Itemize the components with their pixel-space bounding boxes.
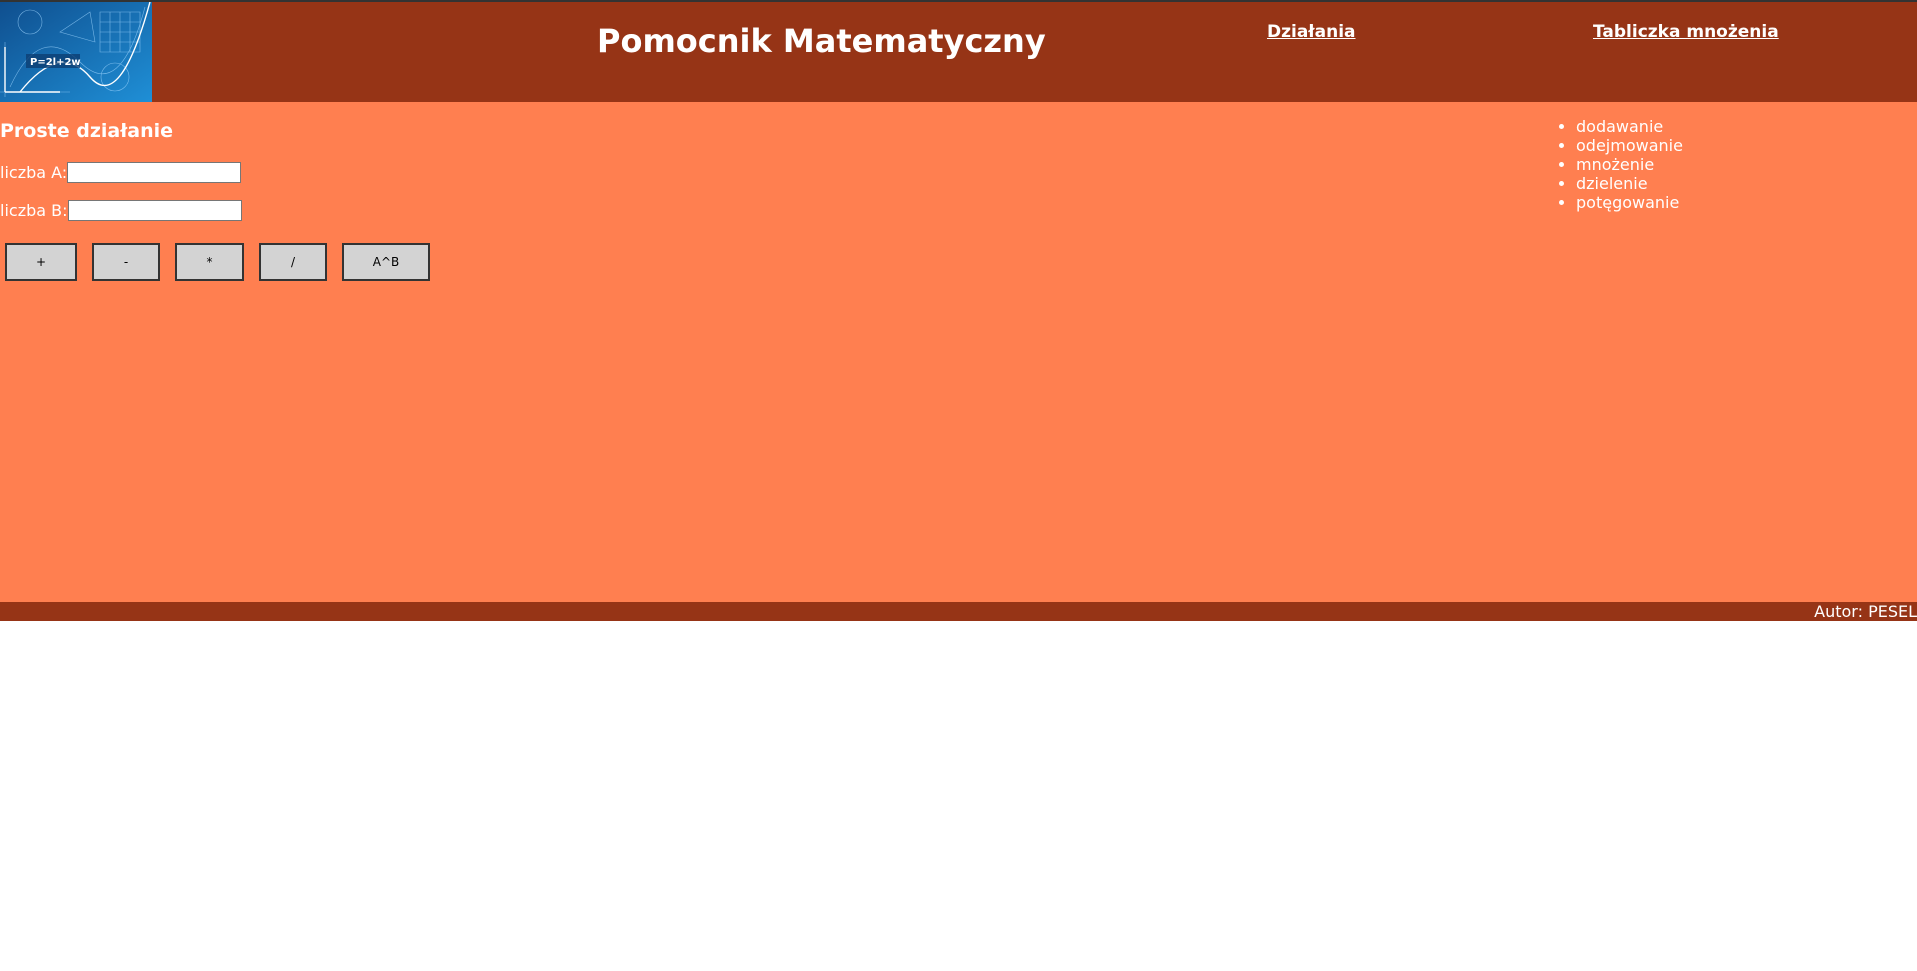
- power-button[interactable]: A^B: [342, 243, 430, 281]
- field-row-b: liczba B:: [0, 200, 242, 221]
- liczba-a-input[interactable]: [67, 162, 242, 183]
- list-item: potęgowanie: [1576, 193, 1683, 212]
- list-item: dodawanie: [1576, 117, 1683, 136]
- operation-buttons: + - * / A^B: [5, 243, 445, 281]
- nav-link-dzialania[interactable]: Działania: [1267, 22, 1356, 42]
- logo-formula: P=2l+2w: [30, 57, 81, 68]
- multiply-button[interactable]: *: [175, 243, 244, 281]
- footer-author: Autor: PESEL: [1814, 602, 1917, 621]
- add-button[interactable]: +: [5, 243, 77, 281]
- list-item: dzielenie: [1576, 174, 1683, 193]
- divide-button[interactable]: /: [259, 243, 327, 281]
- list-item: odejmowanie: [1576, 136, 1683, 155]
- footer: Autor: PESEL: [0, 602, 1917, 621]
- header-banner: P=2l+2w Pomocnik Matematyczny Działania …: [0, 2, 1917, 102]
- logo-image: P=2l+2w: [0, 2, 152, 102]
- subtract-button[interactable]: -: [92, 243, 160, 281]
- liczba-a-label: liczba A:: [0, 163, 68, 182]
- liczba-b-label: liczba B:: [0, 201, 68, 220]
- liczba-b-input[interactable]: [67, 200, 242, 221]
- site-title: Pomocnik Matematyczny: [597, 22, 1046, 60]
- section-heading: Proste działanie: [0, 120, 174, 142]
- main-content: Proste działanie liczba A: liczba B: + -…: [0, 102, 1917, 602]
- nav-link-tabliczka-mnozenia[interactable]: Tabliczka mnożenia: [1593, 22, 1779, 42]
- list-item: mnożenie: [1576, 155, 1683, 174]
- field-row-a: liczba A:: [0, 162, 242, 183]
- operations-list: dodawanie odejmowanie mnożenie dzielenie…: [1556, 117, 1683, 212]
